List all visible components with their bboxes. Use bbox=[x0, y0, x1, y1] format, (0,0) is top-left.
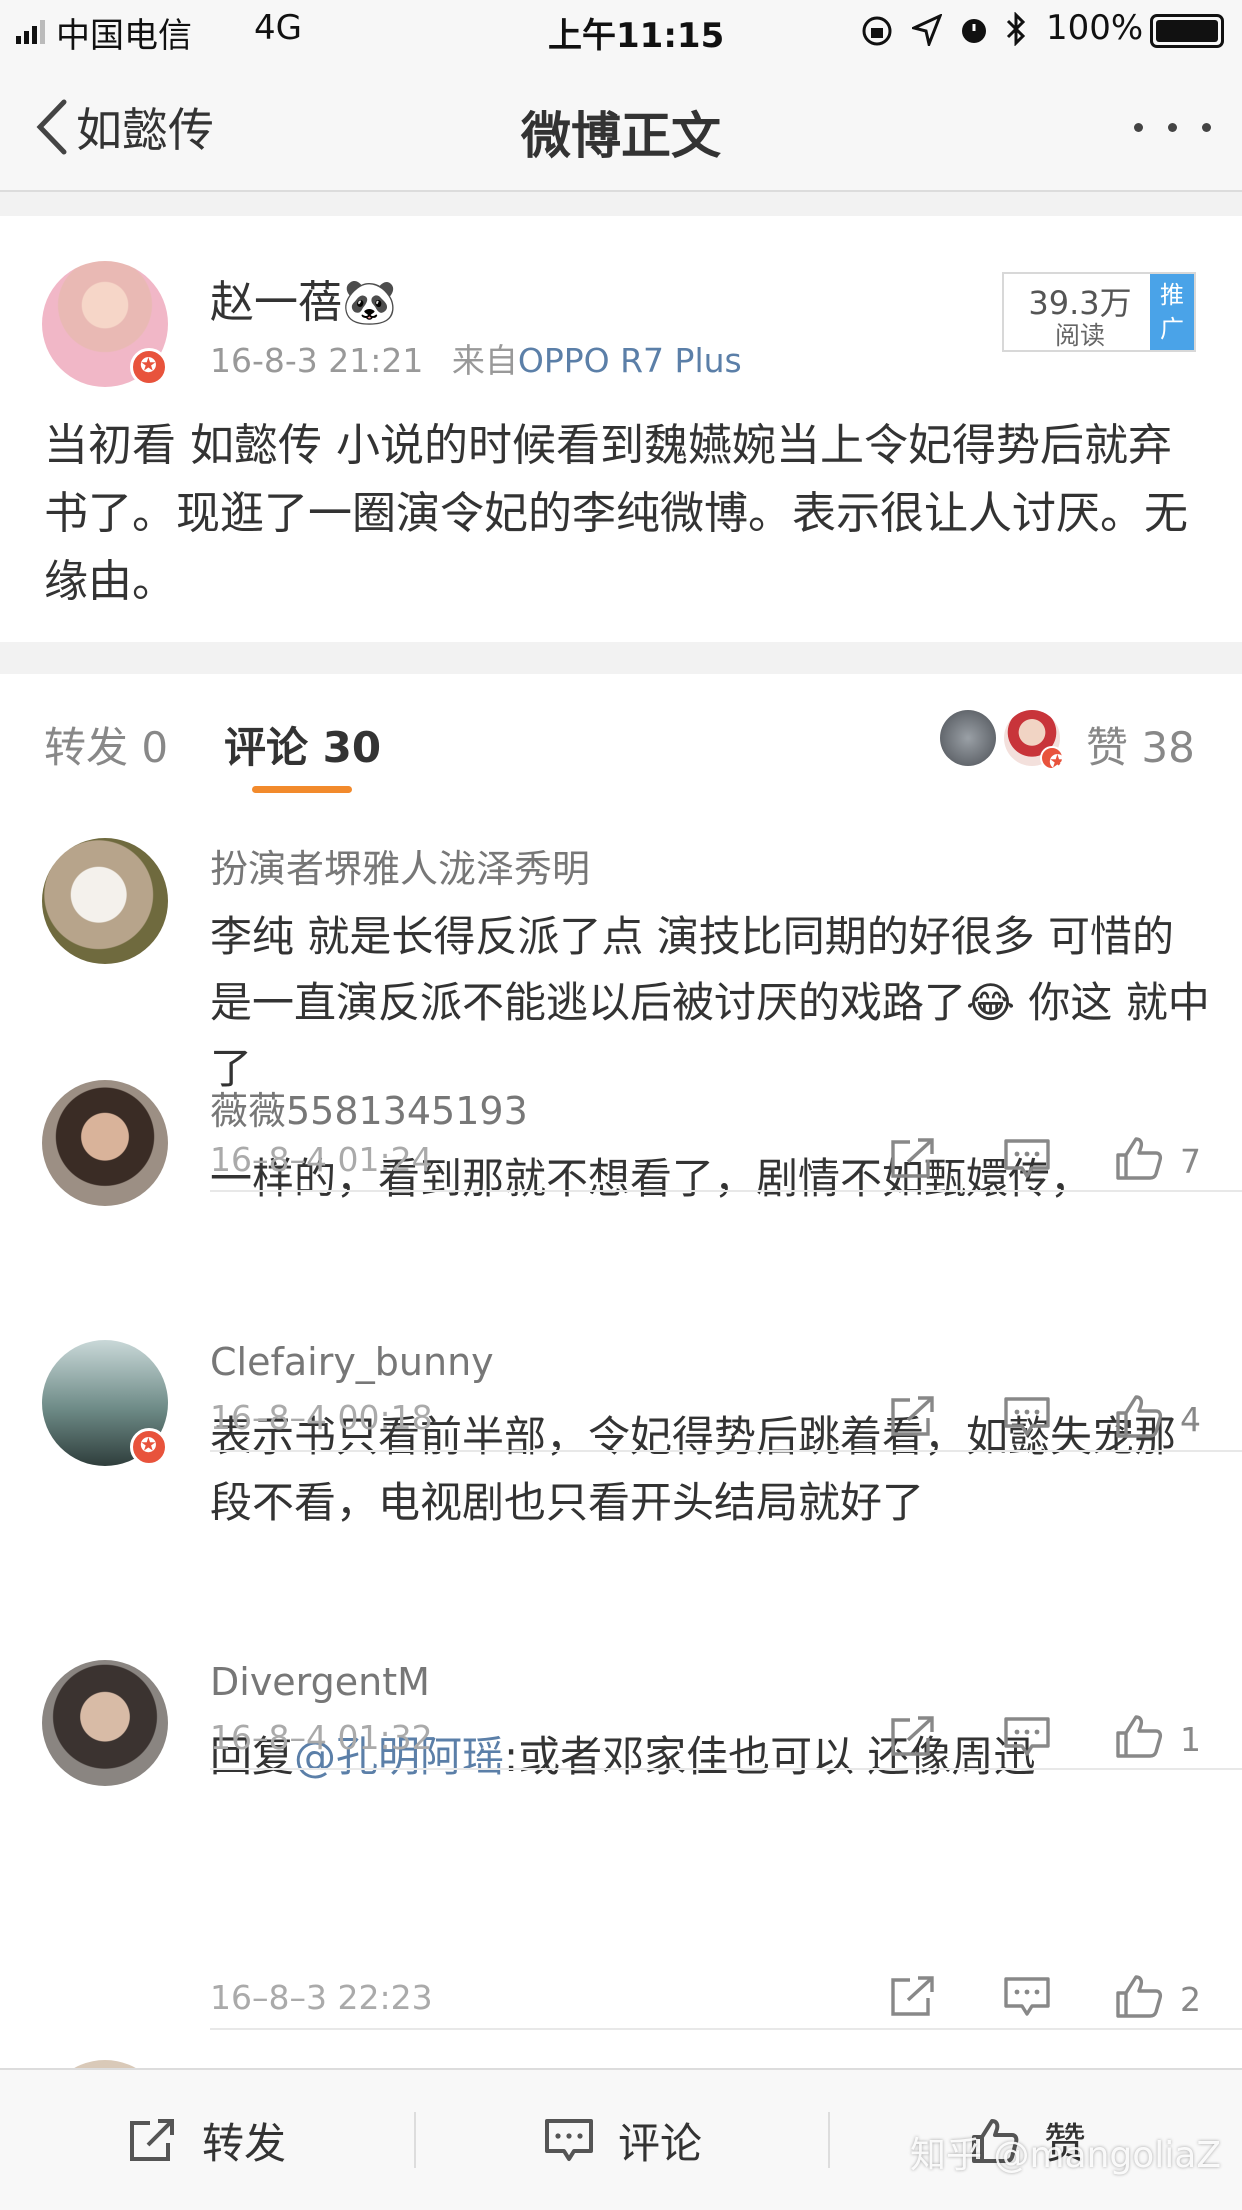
repost-button[interactable]: 转发 bbox=[128, 2070, 286, 2210]
comment-icon bbox=[1004, 1397, 1050, 1436]
comment-icon bbox=[1004, 1977, 1050, 2016]
share-icon bbox=[891, 1976, 934, 2016]
comment-icon bbox=[545, 2119, 593, 2161]
comment-time: 16–8–3 22:23 bbox=[210, 1978, 433, 2017]
comment-divider bbox=[210, 1768, 1242, 1770]
comment-reply-button[interactable] bbox=[1002, 1974, 1052, 2018]
battery-percent: 100% bbox=[1046, 8, 1144, 48]
read-count-box[interactable]: 39.3万 阅读 推广 bbox=[1002, 272, 1196, 352]
nav-bar: 如懿传 微博正文 bbox=[0, 62, 1242, 192]
liker-avatar bbox=[940, 710, 996, 766]
read-count-label: 阅读 bbox=[1054, 321, 1105, 350]
commenter-name[interactable]: 扮演者堺雅人泷泽秀明 bbox=[210, 838, 590, 893]
divider bbox=[414, 2112, 416, 2168]
comment-item: DivergentM 回复@孔明阿瑶:或者邓家佳也可以 还像周迅 bbox=[0, 1646, 1242, 1906]
comment-reply-button[interactable] bbox=[1002, 1394, 1052, 1438]
verified-badge-icon bbox=[130, 1428, 168, 1466]
thumbs-up-icon bbox=[1116, 1395, 1163, 1438]
tab-comment[interactable]: 评论 30 bbox=[224, 714, 381, 775]
share-icon bbox=[130, 2119, 174, 2161]
source-prefix: 来自 bbox=[451, 341, 518, 380]
comment-item: Clefairy_bunny 表示书只看前半部，令妃得势后跳着看，如懿失宠那段不… bbox=[0, 1326, 1242, 1646]
carrier-label: 中国电信 bbox=[56, 16, 192, 56]
comment-repost-button[interactable] bbox=[888, 1136, 938, 1180]
tab-like[interactable]: 赞 38 bbox=[1086, 714, 1195, 775]
commenter-avatar[interactable] bbox=[42, 1660, 168, 1786]
comment-divider bbox=[210, 2028, 1242, 2030]
commenter-name[interactable]: DivergentM bbox=[210, 1660, 430, 1704]
commenter-avatar[interactable] bbox=[42, 838, 168, 964]
repost-label: 转发 bbox=[202, 2118, 287, 2168]
comment-like-count: 4 bbox=[1180, 1400, 1201, 1439]
comment-repost-button[interactable] bbox=[888, 1394, 938, 1438]
commenter-name[interactable]: 薇薇5581345193 bbox=[210, 1080, 528, 1135]
comment-item: 扮演者堺雅人泷泽秀明 李纯 就是长得反派了点 演技比同期的好很多 可惜的是一直演… bbox=[0, 806, 1242, 1093]
commenter-name[interactable]: Clefairy_bunny bbox=[210, 1340, 494, 1384]
comment-time: 16–8–4 00:18 bbox=[210, 1398, 433, 1437]
post-meta: 16-8-3 21:21 来自OPPO R7 Plus bbox=[210, 334, 742, 382]
alarm-icon bbox=[962, 19, 986, 43]
bluetooth-icon bbox=[1006, 12, 1026, 46]
thumbs-up-icon bbox=[1116, 1975, 1163, 2018]
comment-like-count: 7 bbox=[1180, 1142, 1201, 1181]
comment-divider bbox=[210, 1190, 1242, 1192]
location-icon bbox=[912, 14, 942, 46]
post-source[interactable]: OPPO R7 Plus bbox=[518, 341, 742, 380]
comment-reply-button[interactable] bbox=[1002, 1136, 1052, 1180]
comment-repost-button[interactable] bbox=[888, 1974, 938, 2018]
comment-reply-button[interactable] bbox=[1002, 1714, 1052, 1758]
comment-like-count: 2 bbox=[1180, 1980, 1201, 2019]
network-label: 4G bbox=[254, 8, 302, 48]
comment-icon bbox=[1004, 1717, 1050, 1756]
verified-badge-icon bbox=[1040, 746, 1066, 774]
comment-label: 评论 bbox=[618, 2118, 703, 2168]
comment-like-count: 1 bbox=[1180, 1720, 1201, 1759]
thumbs-up-icon bbox=[1116, 1137, 1163, 1180]
interaction-tabs: 转发 0 评论 30 赞 38 bbox=[0, 674, 1242, 808]
comment-like-button[interactable] bbox=[1114, 1136, 1164, 1180]
post-time: 16-8-3 21:21 bbox=[210, 341, 424, 380]
status-bar: 中国电信 4G 上午11:15 100% bbox=[0, 0, 1242, 62]
comment-icon bbox=[1004, 1139, 1050, 1178]
post-card: 赵一蓓🐼 16-8-3 21:21 来自OPPO R7 Plus 39.3万 阅… bbox=[0, 216, 1242, 642]
comment-list: 扮演者堺雅人泷泽秀明 李纯 就是长得反派了点 演技比同期的好很多 可惜的是一直演… bbox=[0, 806, 1242, 2068]
watermark: 知乎 @mangoliaZ bbox=[910, 2135, 1221, 2176]
comment-divider bbox=[210, 1450, 1242, 1452]
comment-like-button[interactable] bbox=[1114, 1974, 1164, 2018]
active-tab-indicator bbox=[252, 786, 352, 793]
more-button[interactable] bbox=[1130, 112, 1218, 142]
orientation-lock-icon bbox=[862, 16, 892, 46]
signal-icon bbox=[16, 20, 45, 44]
author-name[interactable]: 赵一蓓🐼 bbox=[210, 266, 397, 330]
battery-icon bbox=[1150, 14, 1224, 48]
share-icon bbox=[891, 1138, 934, 1178]
comment-button[interactable]: 评论 bbox=[544, 2070, 702, 2210]
reply-text: :或者邓家佳也可以 还像周迅 bbox=[504, 1732, 1036, 1781]
share-icon bbox=[891, 1716, 934, 1756]
tab-repost[interactable]: 转发 0 bbox=[44, 714, 168, 775]
post-body: 当初看 如懿传 小说的时候看到魏嬿婉当上令妃得势后就弃书了。现逛了一圈演令妃的李… bbox=[44, 420, 1188, 607]
comment-time: 16–8–4 01:24 bbox=[210, 1140, 433, 1179]
comment-like-button[interactable] bbox=[1114, 1394, 1164, 1438]
commenter-avatar bbox=[42, 2060, 168, 2068]
share-icon bbox=[891, 1396, 934, 1436]
clock: 上午11:15 bbox=[548, 16, 725, 56]
comment-repost-button[interactable] bbox=[888, 1714, 938, 1758]
thumbs-up-icon bbox=[1116, 1715, 1163, 1758]
comment-time: 16–8–4 01:32 bbox=[210, 1718, 433, 1757]
promote-button[interactable]: 推广 bbox=[1150, 274, 1194, 350]
commenter-avatar[interactable] bbox=[42, 1080, 168, 1206]
divider bbox=[828, 2112, 830, 2168]
more-dots-icon bbox=[1134, 123, 1143, 132]
comment-item: 薇薇5581345193 一样的，看到那就不想看了，剧情不如甄嬛传， bbox=[0, 1066, 1242, 1326]
comment-like-button[interactable] bbox=[1114, 1714, 1164, 1758]
verified-badge-icon bbox=[130, 348, 168, 386]
page-title: 微博正文 bbox=[521, 107, 721, 165]
